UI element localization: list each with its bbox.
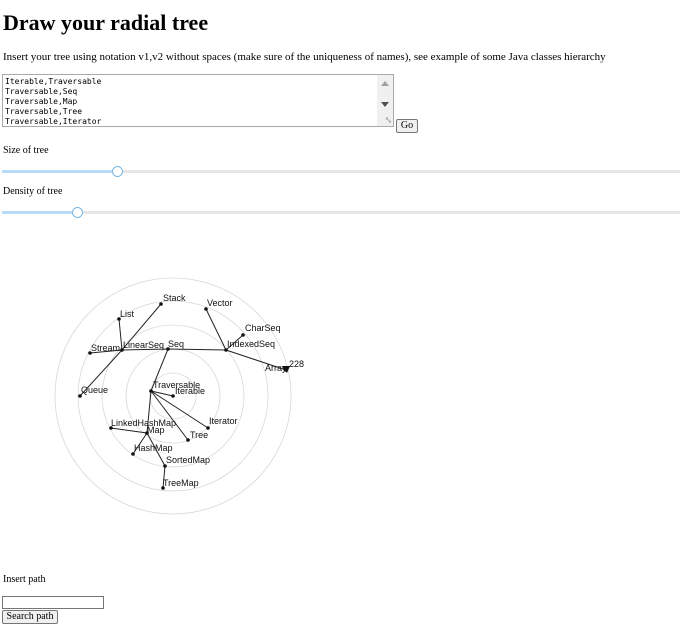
- tree-node-label: Queue: [81, 385, 108, 395]
- tree-node-label: HashMap: [134, 443, 173, 453]
- tree-node[interactable]: Iterator: [206, 416, 238, 430]
- tree-node-label: Stream: [91, 343, 120, 353]
- insert-path-label: Insert path: [3, 574, 46, 585]
- radial-tree[interactable]: IterableTraversableSeqMap TreeIteratorLin…: [0, 0, 698, 630]
- tree-node-label: Tree: [190, 430, 208, 440]
- tree-node[interactable]: HashMap: [131, 443, 173, 456]
- tree-nodes[interactable]: IterableTraversableSeqMap TreeIteratorLin…: [78, 293, 290, 490]
- tree-node[interactable]: Stack: [159, 293, 186, 306]
- tree-node-dot[interactable]: [206, 426, 210, 430]
- tree-node-dot[interactable]: [241, 333, 245, 337]
- tree-node[interactable]: TreeMap: [161, 478, 199, 490]
- tree-node[interactable]: Queue: [78, 385, 108, 398]
- path-input[interactable]: [2, 596, 104, 609]
- tree-node[interactable]: CharSeq: [241, 323, 281, 337]
- tree-node-label: CharSeq: [245, 323, 281, 333]
- tree-node-label: IndexedSeq: [227, 339, 275, 349]
- tree-node-label: LinearSeq: [123, 340, 164, 350]
- tree-node[interactable]: Vector: [204, 298, 233, 311]
- tree-node-label: Iterator: [209, 416, 238, 426]
- tree-node[interactable]: IndexedSeq: [224, 339, 275, 352]
- tree-node-label: Seq: [168, 339, 184, 349]
- tree-extra-label: 228: [289, 359, 304, 369]
- tree-node-label: Stack: [163, 293, 186, 303]
- tree-node[interactable]: LinkedHashMap: [109, 418, 176, 430]
- tree-edge: [167, 348, 227, 351]
- tree-node-label: Vector: [207, 298, 233, 308]
- tree-node-label: Traversable: [153, 380, 200, 390]
- tree-node-label: LinkedHashMap: [111, 418, 176, 428]
- tree-node[interactable]: Tree: [186, 430, 208, 442]
- tree-node-label: TreeMap: [163, 478, 199, 488]
- tree-node[interactable]: List: [117, 309, 135, 321]
- search-path-button[interactable]: Search path: [2, 610, 58, 624]
- tree-node-label: SortedMap: [166, 455, 210, 465]
- tree-node-label: List: [120, 309, 135, 319]
